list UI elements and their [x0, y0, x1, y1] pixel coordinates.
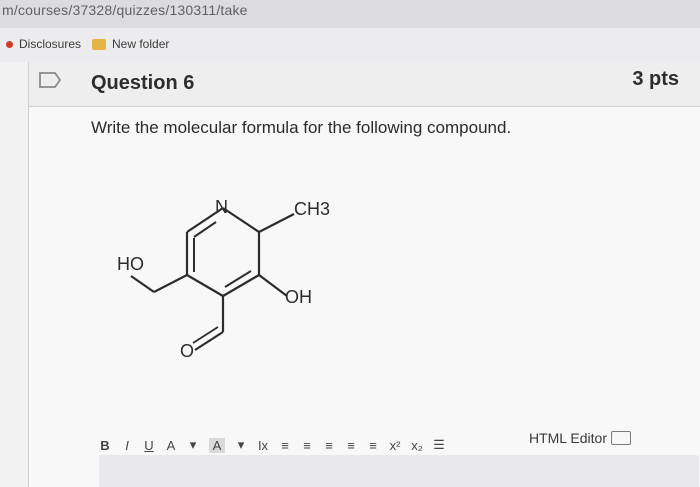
superscript-button[interactable]: x²	[389, 438, 401, 453]
question-title: Question 6	[91, 72, 195, 94]
keyboard-icon[interactable]	[611, 431, 631, 445]
clear-formatting-button[interactable]: Ix	[257, 438, 269, 453]
outdent-button[interactable]: ≡	[345, 438, 357, 453]
chemical-structure: N CH3 HO OH O	[117, 197, 330, 361]
oxygen-label: O	[180, 341, 194, 361]
question-prompt: Write the molecular formula for the foll…	[91, 118, 512, 137]
html-editor-link[interactable]: HTML Editor	[529, 430, 631, 446]
bookmark-disclosures[interactable]: Disclosures	[6, 37, 81, 51]
nitrogen-label: N	[215, 197, 228, 217]
folder-icon	[92, 38, 106, 50]
question-card: Question 6 3 pts Write the molecular for…	[28, 62, 700, 487]
background-color-button[interactable]: A	[209, 437, 225, 453]
align-right-button[interactable]: ≡	[323, 438, 335, 453]
bookmark-label: New folder	[112, 37, 170, 51]
flag-icon[interactable]	[37, 70, 63, 90]
font-color-button[interactable]: A	[165, 438, 177, 453]
bookmark-label: Disclosures	[19, 37, 82, 51]
bookmarks-bar: Disclosures New folder	[0, 28, 700, 62]
url-text[interactable]: m/courses/37328/quizzes/130311/take	[2, 2, 248, 18]
bold-button[interactable]: B	[99, 438, 111, 453]
oh-label: OH	[285, 287, 312, 307]
align-center-button[interactable]: ≡	[301, 438, 313, 453]
editor-toolbar-row2	[99, 455, 699, 487]
list-button[interactable]: ☰	[433, 437, 445, 453]
question-points: 3 pts	[632, 68, 679, 90]
quiz-page: Question 6 3 pts Write the molecular for…	[0, 62, 700, 487]
bookmark-new-folder[interactable]: New folder	[92, 37, 169, 51]
address-bar[interactable]: m/courses/37328/quizzes/130311/take	[0, 0, 700, 28]
italic-button[interactable]: I	[121, 438, 133, 453]
background-color-dropdown-icon[interactable]: ▾	[235, 437, 247, 453]
indent-button[interactable]: ≡	[367, 438, 379, 453]
question-header: Question 6 3 pts	[29, 62, 700, 107]
font-color-dropdown-icon[interactable]: ▾	[187, 437, 199, 453]
html-editor-label[interactable]: HTML Editor	[529, 430, 607, 446]
align-left-button[interactable]: ≡	[279, 438, 291, 453]
underline-button[interactable]: U	[143, 438, 155, 453]
subscript-button[interactable]: x₂	[411, 438, 423, 453]
ch3-label: CH3	[294, 199, 330, 219]
ho-label: HO	[117, 254, 144, 274]
bookmark-icon	[6, 40, 13, 48]
